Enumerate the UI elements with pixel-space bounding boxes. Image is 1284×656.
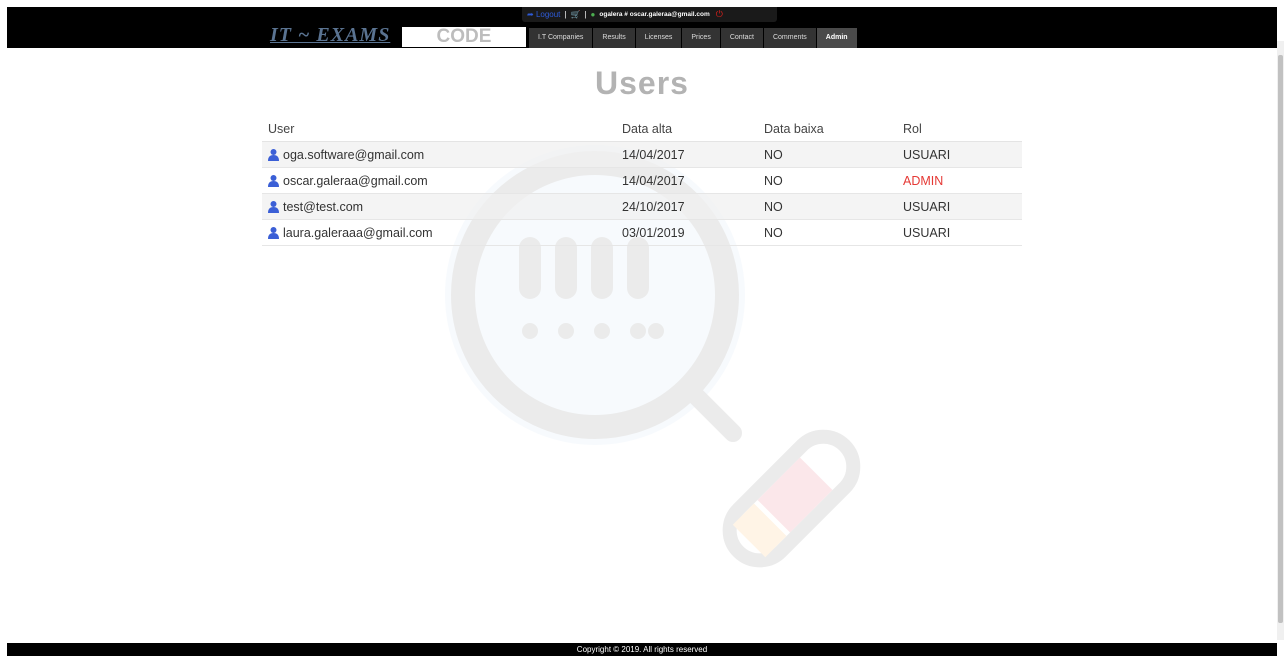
table-row[interactable]: oscar.galeraa@gmail.com 14/04/2017 NO AD… [262, 167, 1022, 194]
scrollbar-thumb[interactable] [1278, 55, 1283, 623]
page: ➦ Logout | 🛒 | ● ogalera # oscar.galeraa… [7, 7, 1277, 656]
power-icon[interactable]: ⏻ [716, 9, 723, 20]
code-label: CODE [402, 27, 526, 47]
column-header-user: User [262, 117, 616, 142]
column-header-data-alta: Data alta [616, 117, 758, 142]
user-cell: test@test.com [262, 193, 616, 220]
tab-admin[interactable]: Admin [816, 28, 857, 48]
users-table: User Data alta Data baixa Rol oga.softwa… [262, 117, 1022, 246]
table-header-row: User Data alta Data baixa Rol [262, 117, 1022, 142]
tab-prices[interactable]: Prices [682, 28, 720, 48]
tab-contact[interactable]: Contact [720, 28, 763, 48]
top-header: ➦ Logout | 🛒 | ● ogalera # oscar.galeraa… [7, 7, 1277, 48]
site-logo[interactable]: IT ~ EXAMS [270, 24, 390, 47]
user-email: oscar.galeraa@gmail.com [283, 173, 428, 188]
main-nav: I.T Companies Results Licenses Prices Co… [529, 28, 858, 48]
tab-results[interactable]: Results [593, 28, 635, 48]
rol-cell: USUARI [897, 193, 1022, 220]
column-header-rol: Rol [897, 117, 1022, 142]
data-baixa-cell: NO [758, 167, 897, 194]
table-row[interactable]: oga.software@gmail.com 14/04/2017 NO USU… [262, 141, 1022, 168]
user-cell: oscar.galeraa@gmail.com [262, 167, 616, 194]
tab-it-companies[interactable]: I.T Companies [529, 28, 593, 48]
user-icon [268, 175, 279, 188]
rol-cell: ADMIN [897, 167, 1022, 194]
data-baixa-cell: NO [758, 219, 897, 246]
user-email: oga.software@gmail.com [283, 147, 425, 162]
column-header-data-baixa: Data baixa [758, 117, 897, 142]
data-alta-cell: 14/04/2017 [616, 167, 758, 194]
logout-label: Logout [535, 10, 561, 19]
page-frame-left [0, 0, 7, 656]
user-icon [268, 201, 279, 214]
page-title: Users [595, 65, 689, 101]
user-cell: laura.galeraaa@gmail.com [262, 219, 616, 246]
cart-icon[interactable]: 🛒 [570, 10, 580, 19]
user-icon [268, 227, 279, 240]
user-icon: ● [590, 10, 596, 19]
user-cell: oga.software@gmail.com [262, 141, 616, 168]
table-row[interactable]: test@test.com 24/10/2017 NO USUARI [262, 193, 1022, 220]
tab-licenses[interactable]: Licenses [635, 28, 682, 48]
rol-cell: USUARI [897, 141, 1022, 168]
separator: | [584, 10, 587, 19]
data-baixa-cell: NO [758, 141, 897, 168]
rol-cell: USUARI [897, 219, 1022, 246]
current-user-label: ogalera # oscar.galeraa@gmail.com [599, 11, 710, 18]
logout-icon: ➦ [527, 10, 534, 19]
footer-copyright: Copyright © 2019. All rights reserved [7, 643, 1277, 656]
scrollbar[interactable] [1277, 41, 1284, 640]
table-row[interactable]: laura.galeraaa@gmail.com 03/01/2019 NO U… [262, 219, 1022, 246]
separator: | [564, 10, 567, 19]
tab-comments[interactable]: Comments [763, 28, 816, 48]
data-alta-cell: 24/10/2017 [616, 193, 758, 220]
data-alta-cell: 03/01/2019 [616, 219, 758, 246]
user-bar: ➦ Logout | 🛒 | ● ogalera # oscar.galeraa… [522, 7, 777, 22]
user-email: test@test.com [283, 199, 364, 214]
user-icon [268, 149, 279, 162]
user-email: laura.galeraaa@gmail.com [283, 225, 433, 240]
data-baixa-cell: NO [758, 193, 897, 220]
data-alta-cell: 14/04/2017 [616, 141, 758, 168]
logout-link[interactable]: ➦ Logout [527, 10, 560, 19]
